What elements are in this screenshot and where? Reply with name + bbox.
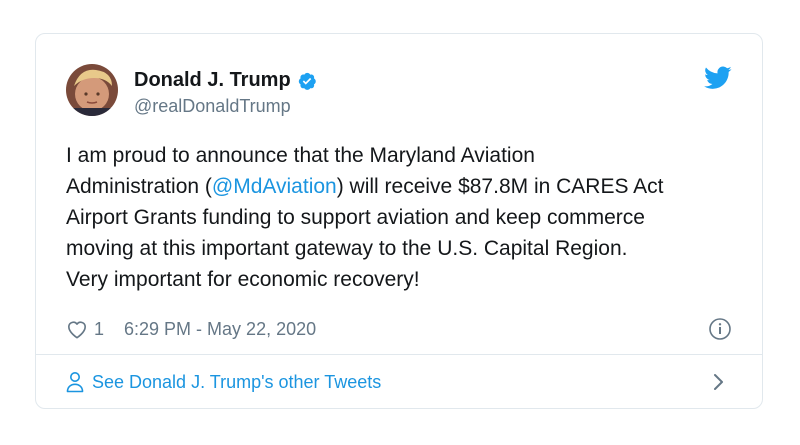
like-count[interactable]: 1 [94, 319, 104, 340]
person-icon [66, 371, 84, 393]
tweet-timestamp[interactable]: 6:29 PM - May 22, 2020 [124, 319, 316, 340]
tweet-text-segment: Administration ( [66, 175, 212, 198]
twitter-bird-icon[interactable] [704, 66, 732, 90]
tweet-text-segment: Very important for economic recovery! [66, 268, 420, 291]
tweet-text-line: moving at this important gateway to the … [66, 233, 746, 264]
tweet-meta: 1 6:29 PM - May 22, 2020 [66, 317, 732, 341]
author-handle[interactable]: @realDonaldTrump [134, 96, 291, 117]
tweet-text-segment: I am proud to announce that the Maryland… [66, 144, 535, 167]
tweet-text-segment: moving at this important gateway to the … [66, 237, 628, 260]
tweet-text-line: Administration (@MdAviation) will receiv… [66, 171, 746, 202]
tweet-text-line: Very important for economic recovery! [66, 264, 746, 295]
tweet-header: Donald J. Trump @realDonaldTrump [66, 64, 732, 120]
tweet-text-segment: ) will receive $87.8M in CARES Act [336, 175, 664, 198]
chevron-right-icon[interactable] [712, 371, 726, 393]
tweet-text-line: I am proud to announce that the Maryland… [66, 140, 746, 171]
info-icon[interactable] [708, 317, 732, 341]
tweet-text-line: Airport Grants funding to support aviati… [66, 202, 746, 233]
avatar[interactable] [66, 64, 118, 116]
see-other-tweets-label: See Donald J. Trump's other Tweets [92, 371, 382, 392]
divider [36, 354, 762, 355]
tweet-text: I am proud to announce that the Maryland… [66, 140, 746, 295]
author-display-name[interactable]: Donald J. Trump [134, 69, 291, 92]
author-name-row: Donald J. Trump [134, 69, 317, 92]
mention-link[interactable]: @MdAviation [212, 175, 337, 198]
see-other-tweets-link[interactable]: See Donald J. Trump's other Tweets [66, 368, 732, 396]
heart-icon[interactable] [66, 319, 88, 339]
tweet-text-segment: Airport Grants funding to support aviati… [66, 206, 645, 229]
verified-badge-icon [297, 71, 317, 91]
tweet-card: Donald J. Trump @realDonaldTrump I am pr… [35, 33, 763, 409]
